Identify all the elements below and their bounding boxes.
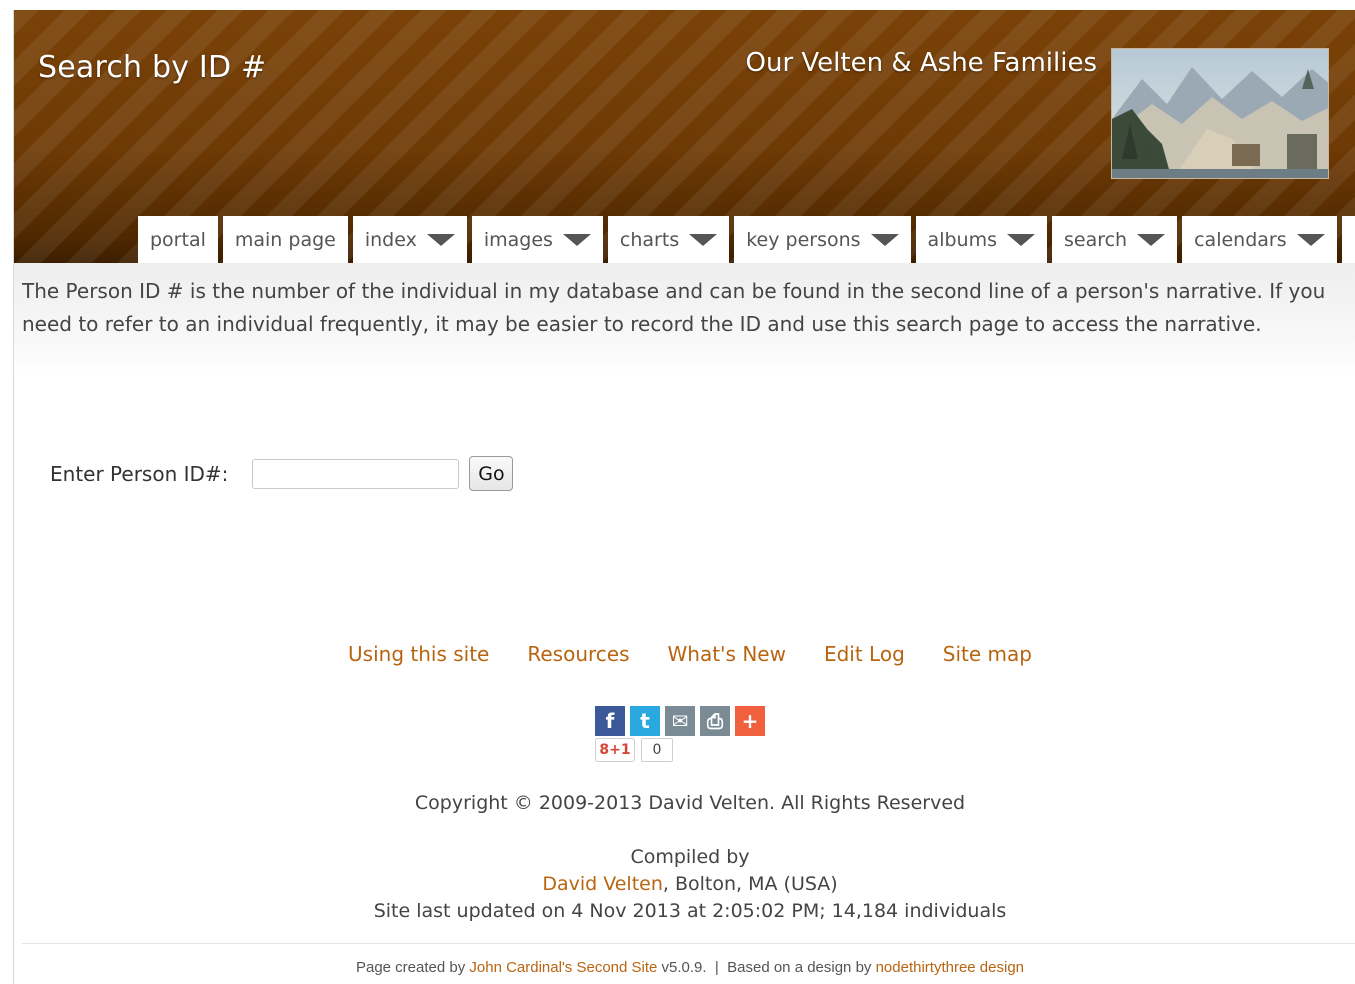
email-icon[interactable]: ✉ <box>665 706 695 736</box>
nav-item-key-persons[interactable]: key persons <box>734 216 911 263</box>
nav-label: main page <box>234 228 336 251</box>
author-link[interactable]: David Velten <box>542 873 663 895</box>
twitter-icon[interactable]: t <box>630 706 660 736</box>
copyright: Copyright © 2009-2013 David Velten. All … <box>414 792 966 814</box>
nav-item-index[interactable]: index <box>352 216 467 263</box>
nav-item-calendars[interactable]: calendars <box>1182 216 1337 263</box>
main-nav: portal main page index images charts key… <box>138 216 1355 263</box>
dropdown-arrow-icon <box>1137 233 1166 246</box>
share-buttons: f t ✉ ⎙ + <box>595 706 765 736</box>
compiled-by: Compiled by <box>630 846 750 868</box>
nav-item-portal[interactable]: portal <box>138 216 218 263</box>
gplus-row: 8+1 0 <box>595 738 765 762</box>
go-button[interactable]: Go <box>469 456 514 491</box>
header-landscape-image[interactable] <box>1111 48 1329 179</box>
nav-item-albums[interactable]: albums <box>915 216 1047 263</box>
nav-item-search[interactable]: search <box>1051 216 1178 263</box>
site-title[interactable]: Our Velten & Ashe Families <box>746 48 1097 78</box>
header-banner: Search by ID # Our Velten & Ashe Familie… <box>14 10 1355 263</box>
author-location: , Bolton, MA (USA) <box>662 873 838 895</box>
facebook-icon[interactable]: f <box>595 706 625 736</box>
gplus-count: 0 <box>641 738 673 762</box>
footer-divider <box>22 943 1355 944</box>
footer-link-whats-new[interactable]: What's New <box>668 642 786 666</box>
nav-label: key persons <box>746 228 861 251</box>
nav-item-charts[interactable]: charts <box>607 216 730 263</box>
intro-text: The Person ID # is the number of the ind… <box>14 263 1355 375</box>
design-credit-link[interactable]: nodethirtythree design <box>876 959 1024 976</box>
dropdown-arrow-icon <box>689 233 718 246</box>
dropdown-arrow-icon <box>1006 233 1035 246</box>
search-form: Enter Person ID#: Go <box>50 456 514 491</box>
nav-label: index <box>364 228 417 251</box>
author-line: David Velten, Bolton, MA (USA) <box>14 873 1355 895</box>
share-toolbar: f t ✉ ⎙ + 8+1 0 <box>595 706 765 762</box>
nav-label: search <box>1063 228 1128 251</box>
nav-item-main-page[interactable]: main page <box>222 216 348 263</box>
credits-line: Page created by John Cardinal's Second S… <box>14 959 1355 976</box>
nav-label: charts <box>619 228 680 251</box>
footer-links: Using this site Resources What's New Edi… <box>14 642 1355 666</box>
credits-prefix: Page created by <box>355 959 470 976</box>
page-frame: Search by ID # Our Velten & Ashe Familie… <box>13 10 1355 984</box>
landscape-image-graphic <box>1112 49 1328 178</box>
dropdown-arrow-icon <box>870 233 899 246</box>
nav-item-images[interactable]: images <box>471 216 603 263</box>
footer-link-site-map[interactable]: Site map <box>943 642 1032 666</box>
nav-label: albums <box>927 228 997 251</box>
page-title: Search by ID # <box>38 50 267 85</box>
gplus-button[interactable]: 8+1 <box>595 738 635 762</box>
dropdown-arrow-icon <box>562 233 591 246</box>
last-updated: Site last updated on 4 Nov 2013 at 2:05:… <box>373 900 1007 922</box>
add-more-icon[interactable]: + <box>735 706 765 736</box>
nav-label: images <box>483 228 553 251</box>
credits-middle: v5.0.9. | Based on a design by <box>657 959 876 976</box>
footer-link-using-this-site[interactable]: Using this site <box>348 642 489 666</box>
person-id-input[interactable] <box>252 458 460 489</box>
dropdown-arrow-icon <box>426 233 455 246</box>
nav-label: calendars <box>1194 228 1287 251</box>
footer-link-resources[interactable]: Resources <box>527 642 629 666</box>
print-icon[interactable]: ⎙ <box>700 706 730 736</box>
nav-label: portal <box>150 228 206 251</box>
nav-item-blog[interactable]: blog <box>1341 216 1355 263</box>
footer-link-edit-log[interactable]: Edit Log <box>824 642 905 666</box>
person-id-label: Enter Person ID#: <box>50 461 229 486</box>
dropdown-arrow-icon <box>1296 233 1325 246</box>
second-site-link[interactable]: John Cardinal's Second Site <box>469 959 657 976</box>
